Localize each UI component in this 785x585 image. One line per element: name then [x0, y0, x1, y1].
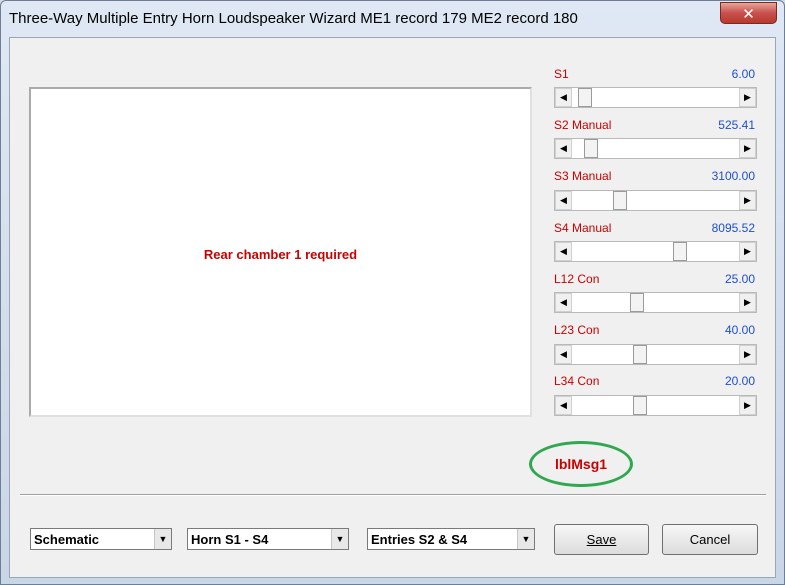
slider-thumb[interactable]: [672, 242, 687, 261]
slider-s3[interactable]: ◀ ▶: [554, 190, 757, 211]
slider-l12[interactable]: ◀ ▶: [554, 292, 757, 313]
horn-section-value: Horn S1 - S4: [191, 532, 269, 547]
schematic-canvas: Rear chamber 1 required: [29, 87, 532, 417]
scroll-right-arrow-icon[interactable]: ▶: [739, 88, 756, 107]
save-button[interactable]: Save: [554, 524, 649, 555]
dropdown-arrow-icon[interactable]: ▼: [154, 529, 171, 549]
slider-s2[interactable]: ◀ ▶: [554, 138, 757, 159]
slider-s2-value: 525.41: [718, 118, 755, 132]
close-icon: ✕: [742, 5, 755, 23]
slider-s4[interactable]: ◀ ▶: [554, 241, 757, 262]
slider-thumb[interactable]: [633, 396, 648, 415]
scroll-left-arrow-icon[interactable]: ◀: [555, 293, 572, 312]
save-button-label: Save: [586, 532, 617, 547]
scroll-right-arrow-icon[interactable]: ▶: [739, 345, 756, 364]
entries-value: Entries S2 & S4: [371, 532, 468, 547]
scroll-left-arrow-icon[interactable]: ◀: [555, 345, 572, 364]
slider-s1[interactable]: ◀ ▶: [554, 87, 757, 108]
view-mode-select[interactable]: Schematic ▼: [30, 528, 172, 550]
slider-s1-label: S1: [554, 67, 569, 81]
slider-s2-label: S2 Manual: [554, 118, 612, 132]
dropdown-arrow-icon[interactable]: ▼: [517, 529, 534, 549]
slider-l23[interactable]: ◀ ▶: [554, 344, 757, 365]
slider-thumb[interactable]: [584, 139, 599, 158]
wizard-window: Three-Way Multiple Entry Horn Loudspeake…: [0, 0, 785, 585]
entries-select[interactable]: Entries S2 & S4 ▼: [367, 528, 535, 550]
scroll-left-arrow-icon[interactable]: ◀: [555, 191, 572, 210]
slider-l23-label: L23 Con: [554, 323, 600, 337]
title-bar: Three-Way Multiple Entry Horn Loudspeake…: [1, 1, 784, 35]
close-button[interactable]: ✕: [720, 2, 777, 24]
slider-l12-value: 25.00: [724, 272, 755, 286]
dropdown-arrow-icon[interactable]: ▼: [331, 529, 348, 549]
view-mode-value: Schematic: [34, 532, 100, 547]
scroll-left-arrow-icon[interactable]: ◀: [555, 139, 572, 158]
slider-l34-label: L34 Con: [554, 374, 600, 388]
status-message-highlight: lblMsg1: [529, 441, 633, 487]
canvas-message: Rear chamber 1 required: [203, 247, 358, 262]
cancel-button[interactable]: Cancel: [662, 524, 758, 555]
scroll-left-arrow-icon[interactable]: ◀: [555, 396, 572, 415]
horn-section-select[interactable]: Horn S1 - S4 ▼: [187, 528, 349, 550]
slider-thumb[interactable]: [613, 191, 628, 210]
scroll-right-arrow-icon[interactable]: ▶: [739, 396, 756, 415]
scroll-left-arrow-icon[interactable]: ◀: [555, 88, 572, 107]
scroll-right-arrow-icon[interactable]: ▶: [739, 191, 756, 210]
scroll-right-arrow-icon[interactable]: ▶: [739, 242, 756, 261]
divider: [20, 494, 766, 496]
window-title: Three-Way Multiple Entry Horn Loudspeake…: [9, 10, 578, 27]
slider-l23-value: 40.00: [724, 323, 755, 337]
slider-l34[interactable]: ◀ ▶: [554, 395, 757, 416]
slider-s3-label: S3 Manual: [554, 169, 612, 183]
scroll-left-arrow-icon[interactable]: ◀: [555, 242, 572, 261]
slider-l34-value: 20.00: [724, 374, 755, 388]
slider-thumb[interactable]: [578, 88, 593, 107]
slider-thumb[interactable]: [633, 345, 648, 364]
status-message-label: lblMsg1: [554, 456, 608, 472]
scroll-right-arrow-icon[interactable]: ▶: [739, 293, 756, 312]
slider-l12-label: L12 Con: [554, 272, 600, 286]
slider-s1-value: 6.00: [731, 67, 755, 81]
slider-s4-value: 8095.52: [711, 221, 755, 235]
slider-thumb[interactable]: [630, 293, 645, 312]
slider-s4-label: S4 Manual: [554, 221, 612, 235]
cancel-button-label: Cancel: [689, 532, 731, 547]
scroll-right-arrow-icon[interactable]: ▶: [739, 139, 756, 158]
slider-s3-value: 3100.00: [711, 169, 755, 183]
